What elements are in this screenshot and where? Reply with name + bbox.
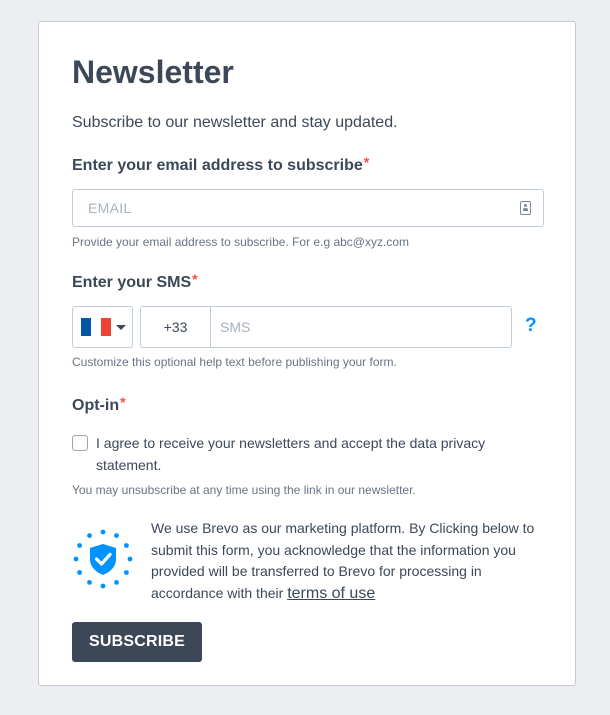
help-question-icon[interactable]: ? <box>525 315 537 337</box>
phone-field-wrapper: +33 <box>140 306 516 348</box>
form-subtitle: Subscribe to our newsletter and stay upd… <box>72 114 398 131</box>
sms-label-text: Enter your SMS <box>72 274 192 291</box>
optin-label-text: Opt-in <box>72 397 120 414</box>
sms-help-text: Customize this optional help text before… <box>72 355 397 369</box>
flag-stripe-white <box>91 318 101 336</box>
email-required-mark: * <box>363 154 370 170</box>
optin-checkbox-label[interactable]: I agree to receive your newsletters and … <box>96 432 516 476</box>
newsletter-form-card: Newsletter Subscribe to our newsletter a… <box>38 21 576 686</box>
optin-checkbox[interactable] <box>72 435 88 451</box>
form-title: Newsletter <box>72 54 234 90</box>
flag-stripe-red <box>101 318 111 336</box>
shield-check-icon <box>73 529 133 589</box>
dial-code: +33 <box>141 307 211 347</box>
terms-of-use-link[interactable]: terms of use <box>287 585 375 602</box>
optin-help-text: You may unsubscribe at any time using th… <box>72 483 416 497</box>
france-flag-icon <box>81 318 111 336</box>
optin-label: Opt-in* <box>72 394 126 416</box>
subscribe-button[interactable]: SUBSCRIBE <box>72 622 202 662</box>
sms-input[interactable] <box>212 307 516 347</box>
email-input[interactable] <box>73 190 518 226</box>
sms-label: Enter your SMS* <box>72 271 198 293</box>
country-select[interactable] <box>72 306 133 348</box>
gdpr-notice: We use Brevo as our marketing platform. … <box>151 518 551 604</box>
sms-required-mark: * <box>192 271 198 287</box>
flag-stripe-blue <box>81 318 91 336</box>
email-label: Enter your email address to subscribe* <box>72 154 370 176</box>
shield-shape <box>90 544 116 575</box>
chevron-down-icon <box>116 325 126 330</box>
email-help-text: Provide your email address to subscribe.… <box>72 235 409 249</box>
email-field-wrapper <box>72 189 544 227</box>
contact-card-icon <box>520 201 531 215</box>
optin-required-mark: * <box>120 394 126 410</box>
email-label-text: Enter your email address to subscribe <box>72 157 363 174</box>
